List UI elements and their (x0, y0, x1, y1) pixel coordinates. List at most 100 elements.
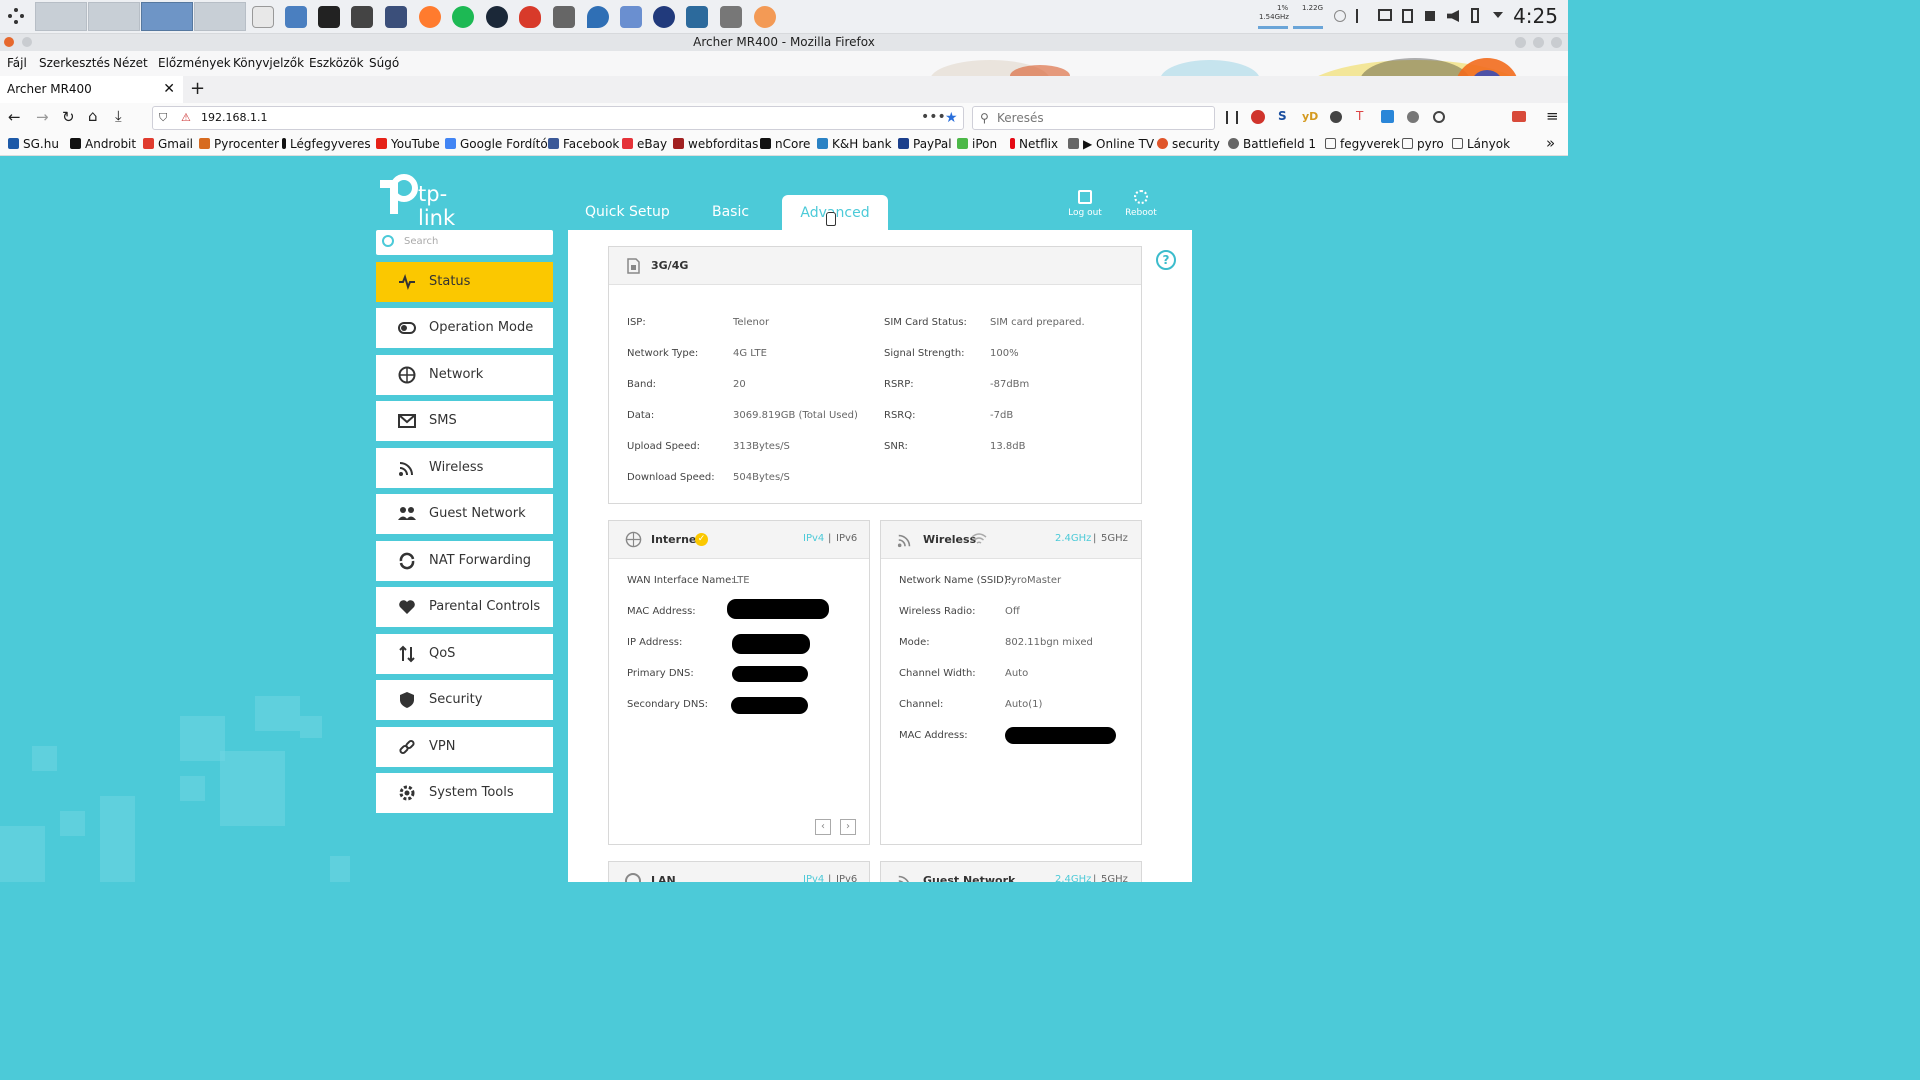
bookmark-sghu[interactable]: SG.hu (8, 137, 59, 151)
bookmark-online-tv[interactable]: ▶ Online TV (1068, 137, 1154, 151)
bookmark-folder-pyro[interactable]: pyro (1402, 137, 1444, 151)
bookmarks-overflow-icon[interactable]: » (1546, 134, 1555, 152)
internet-ipv4-tab[interactable]: IPv4 (803, 533, 824, 544)
steam-icon[interactable] (486, 6, 508, 28)
sidebar-item-guest-network[interactable]: Guest Network (376, 494, 553, 534)
reboot-button[interactable]: Reboot (1121, 190, 1161, 218)
bookmark-youtube[interactable]: YouTube (376, 137, 440, 151)
extension-5-icon[interactable] (1433, 111, 1445, 123)
file-manager-icon[interactable] (252, 6, 274, 28)
app-launcher-icon[interactable] (6, 6, 26, 26)
bookmark-netflix[interactable]: Netflix (1010, 137, 1058, 151)
chevron-down-icon[interactable] (1493, 12, 1503, 18)
screenshot-icon[interactable] (385, 6, 407, 28)
shield-icon[interactable]: ⛉ (159, 107, 167, 129)
reload-icon[interactable]: ↻ (62, 108, 75, 126)
moon-app-icon[interactable] (754, 6, 776, 28)
bluetooth-icon[interactable] (1356, 9, 1366, 23)
sidebar-item-security[interactable]: Security (376, 680, 553, 720)
bookmark-pyrocenter[interactable]: Pyrocenter (199, 137, 279, 151)
tab-quick-setup[interactable]: Quick Setup (585, 204, 670, 220)
workspace-2[interactable] (88, 2, 140, 31)
window-menu-icon[interactable] (4, 37, 14, 47)
drop-icon[interactable] (587, 6, 609, 28)
next-page-button[interactable]: › (840, 819, 856, 835)
maximize-icon[interactable] (1533, 37, 1544, 48)
close-window-icon[interactable] (1551, 37, 1562, 48)
close-tab-icon[interactable]: ✕ (163, 76, 175, 102)
yd-ext-icon[interactable]: yD (1302, 110, 1318, 123)
extension-6-icon[interactable] (1512, 111, 1526, 122)
bookmark-ncore[interactable]: nCore (760, 137, 810, 151)
firefox-icon[interactable] (419, 6, 441, 28)
page-actions-icon[interactable]: ••• (921, 106, 946, 128)
bookmark-kh-bank[interactable]: K&H bank (817, 137, 892, 151)
sidebar-item-nat-forwarding[interactable]: NAT Forwarding (376, 541, 553, 581)
home-icon[interactable]: ⌂ (88, 107, 98, 125)
menu-file[interactable]: Fájl (7, 56, 27, 70)
bookmark-legfegyveres[interactable]: Légfegyveres (282, 137, 371, 151)
sidebar-item-parental-controls[interactable]: Parental Controls (376, 587, 553, 627)
internet-ipv6-tab[interactable]: IPv6 (836, 533, 857, 544)
audio-app-icon[interactable] (653, 6, 675, 28)
bookmark-ebay[interactable]: eBay (622, 137, 667, 151)
lan-ipv4-tab[interactable]: IPv4 (803, 874, 824, 882)
workspace-3[interactable] (141, 2, 193, 31)
bookmark-security[interactable]: security (1157, 137, 1220, 151)
menu-help[interactable]: Súgó (369, 56, 399, 70)
browser-tab[interactable]: Archer MR400 ✕ (0, 76, 183, 103)
bookmark-folder-fegyverek[interactable]: fegyverek (1325, 137, 1400, 151)
sidebar-item-qos[interactable]: QoS (376, 634, 553, 674)
minimize-icon[interactable] (1515, 37, 1526, 48)
menu-search-input[interactable]: Search (376, 230, 553, 255)
hamburger-menu-icon[interactable]: ≡ (1546, 107, 1559, 125)
back-icon[interactable]: ← (8, 108, 21, 126)
menu-bookmarks[interactable]: Könyvjelzők (233, 56, 304, 70)
arrow-app-icon[interactable] (620, 6, 642, 28)
lan-ipv6-tab[interactable]: IPv6 (836, 874, 857, 882)
help-icon[interactable]: ? (1156, 250, 1176, 270)
sidebar-item-status[interactable]: Status (376, 262, 553, 302)
bookmark-facebook[interactable]: Facebook (548, 137, 619, 151)
logout-button[interactable]: Log out (1065, 190, 1105, 218)
bookmark-paypal[interactable]: PayPal (898, 137, 952, 151)
calculator-icon[interactable] (553, 6, 575, 28)
sidebar-item-sms[interactable]: SMS (376, 401, 553, 441)
prev-page-button[interactable]: ‹ (815, 819, 831, 835)
media-app-icon[interactable] (720, 6, 742, 28)
bookmark-ipon[interactable]: iPon (957, 137, 997, 151)
display-icon[interactable] (1378, 9, 1392, 21)
flame-icon[interactable] (519, 6, 541, 28)
wireless-5ghz-tab[interactable]: 5GHz (1101, 533, 1128, 544)
info-icon[interactable] (1334, 10, 1346, 22)
extension-3-icon[interactable] (1381, 110, 1394, 123)
workspace-4[interactable] (194, 2, 246, 31)
insecure-lock-icon[interactable]: ⚠ (181, 107, 191, 129)
extension-1-icon[interactable] (1330, 111, 1342, 123)
monitor-icon[interactable] (351, 6, 373, 28)
menu-history[interactable]: Előzmények (158, 56, 231, 70)
extension-2-icon[interactable]: T (1356, 109, 1363, 123)
spotify-icon[interactable] (452, 6, 474, 28)
terminal-icon[interactable] (318, 6, 340, 28)
search-input[interactable]: ⚲ Keresés (972, 106, 1215, 130)
bookmark-folder-lanyok[interactable]: Lányok (1452, 137, 1510, 151)
bookmark-androbit[interactable]: Androbit (70, 137, 136, 151)
menu-tools[interactable]: Eszközök (309, 56, 364, 70)
volume-icon[interactable] (1447, 10, 1459, 22)
menu-view[interactable]: Nézet (113, 56, 148, 70)
download-icon[interactable]: ⤓ (115, 107, 122, 125)
adblock-icon[interactable] (1251, 110, 1265, 124)
pin-icon[interactable] (22, 37, 32, 47)
wireless-24ghz-tab[interactable]: 2.4GHz (1055, 533, 1091, 544)
menu-edit[interactable]: Szerkesztés (39, 56, 110, 70)
bookmark-battlefield[interactable]: Battlefield 1 (1228, 137, 1316, 151)
clipboard-icon[interactable] (1402, 9, 1413, 23)
url-input[interactable]: ⛉ ⚠ 192.168.1.1 ••• ★ (152, 106, 964, 130)
new-tab-icon[interactable]: + (190, 78, 205, 99)
battery-icon[interactable] (1471, 8, 1479, 23)
sidebar-item-wireless[interactable]: Wireless (376, 448, 553, 488)
tab-basic[interactable]: Basic (712, 204, 749, 220)
vscode-icon[interactable] (686, 6, 708, 28)
home-folder-icon[interactable] (285, 6, 307, 28)
